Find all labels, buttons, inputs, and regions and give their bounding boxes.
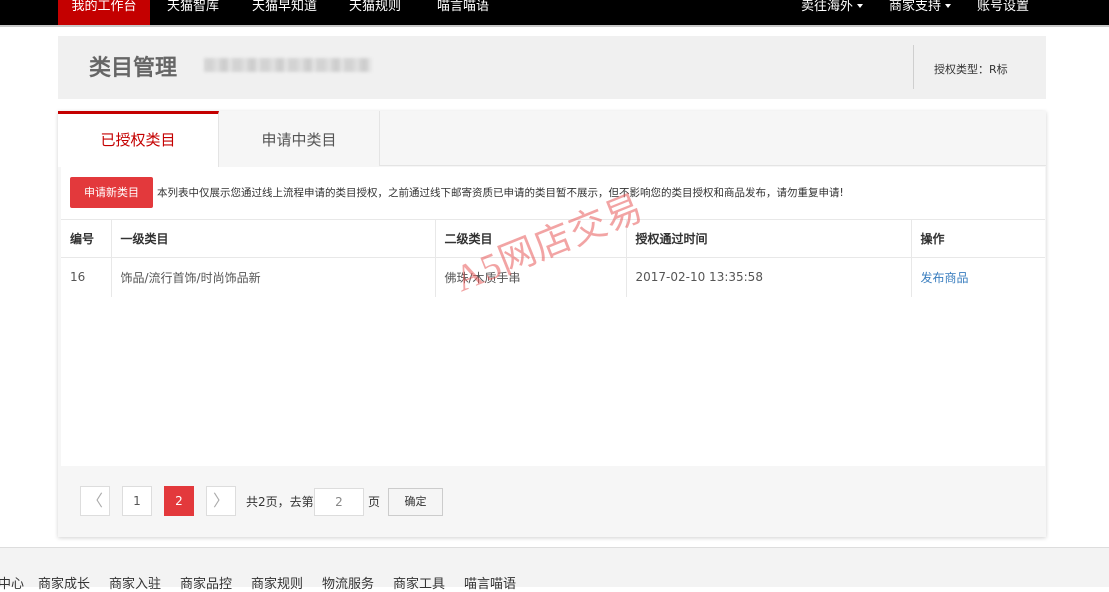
footer-link[interactable]: 商家规则 — [251, 573, 303, 592]
nav-merchant-support-label: 商家支持 — [889, 0, 942, 14]
notice-text: 本列表中仅展示您通过线上流程申请的类目授权，之前通过线下邮寄资质已申请的类目暂不… — [157, 187, 844, 199]
nav-meow-talk[interactable]: 喵言喵语 — [437, 0, 489, 25]
nav-my-workbench[interactable]: 我的工作台 — [58, 0, 150, 25]
cell-id: 16 — [70, 270, 86, 285]
total-pages-text: 共2页，去第 — [246, 495, 314, 509]
footer-link[interactable]: 物流服务 — [322, 573, 374, 592]
col-operation: 操作 — [910, 219, 1045, 258]
nav-merchant-support[interactable]: 商家支持 — [889, 0, 952, 25]
tab-bar: 已授权类目 申请中类目 — [58, 111, 1046, 167]
col-level1: 一级类目 — [110, 219, 435, 258]
nav-tmall-rules[interactable]: 天猫规则 — [349, 0, 401, 25]
header-divider — [913, 45, 914, 89]
nav-sell-overseas[interactable]: 卖往海外 — [801, 0, 864, 25]
page-1-button[interactable]: 1 — [122, 486, 152, 516]
footer: 中心 商家成长 商家入驻 商家品控 商家规则 物流服务 商家工具 喵言喵语 — [0, 547, 1109, 592]
category-card: 已授权类目 申请中类目 申请新类目 本列表中仅展示您通过线上流程申请的类目授权，… — [58, 111, 1046, 537]
chevron-down-icon — [945, 4, 952, 8]
footer-link[interactable]: 商家工具 — [393, 573, 445, 592]
confirm-page-button[interactable]: 确定 — [388, 488, 443, 516]
apply-new-category-button[interactable]: 申请新类目 — [70, 177, 153, 208]
footer-link[interactable]: 商家入驻 — [109, 573, 161, 592]
tab-authorized-categories[interactable]: 已授权类目 — [58, 111, 219, 167]
top-nav: 我的工作台 天猫智库 天猫早知道 天猫规则 喵言喵语 卖往海外 商家支持 账号设… — [0, 0, 1109, 27]
nav-tmall-early-know[interactable]: 天猫早知道 — [252, 0, 317, 25]
footer-link[interactable]: 商家品控 — [180, 573, 232, 592]
footer-link[interactable]: 喵言喵语 — [464, 573, 516, 592]
goto-page-input[interactable] — [314, 488, 364, 516]
next-page-button[interactable]: 〉 — [206, 486, 236, 516]
nav-sell-overseas-label: 卖往海外 — [801, 0, 854, 14]
footer-link[interactable]: 中心 — [0, 573, 24, 592]
nav-account-settings[interactable]: 账号设置 — [977, 0, 1029, 25]
tab-pending-categories[interactable]: 申请中类目 — [219, 111, 380, 166]
blurred-shop-name — [204, 58, 372, 72]
page-header: 类目管理 授权类型：R标 — [58, 36, 1046, 99]
cell-level1: 饰品/流行首饰/时尚饰品新 — [110, 257, 435, 297]
cell-time: 2017-02-10 13:35:58 — [625, 257, 911, 297]
authorization-type: 授权类型：R标 — [934, 63, 1008, 76]
footer-link[interactable]: 商家成长 — [38, 573, 90, 592]
col-approved-time: 授权通过时间 — [625, 219, 911, 258]
prev-page-button[interactable]: 〈 — [80, 486, 110, 516]
cell-operation: 发布商品 — [910, 257, 1045, 297]
page-title: 类目管理 — [89, 56, 178, 81]
page-2-button[interactable]: 2 — [164, 486, 194, 516]
chevron-down-icon — [857, 4, 864, 8]
col-id: 编号 — [61, 219, 111, 258]
nav-tmall-think-tank[interactable]: 天猫智库 — [167, 0, 219, 25]
publish-product-link[interactable]: 发布商品 — [921, 271, 969, 285]
page-suffix-text: 页 — [368, 495, 381, 509]
